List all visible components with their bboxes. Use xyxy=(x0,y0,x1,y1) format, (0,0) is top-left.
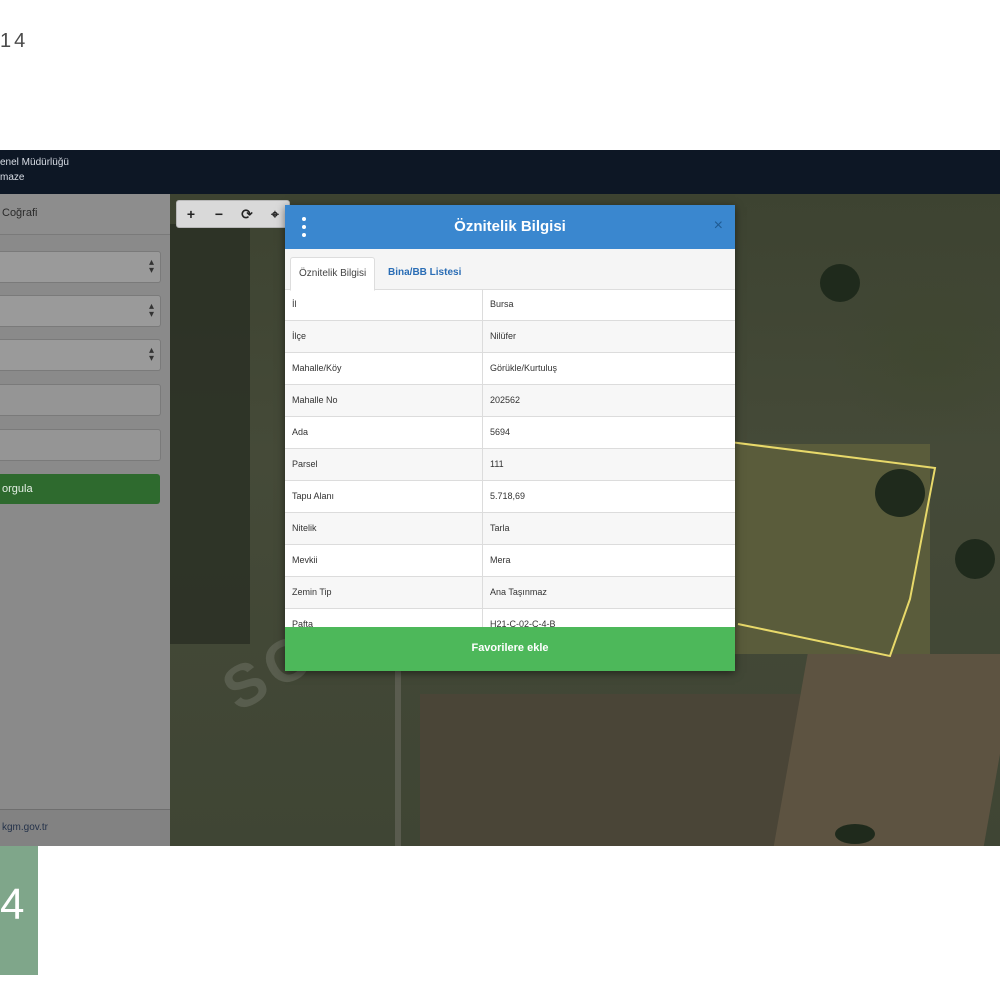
sidebar-header[interactable]: Coğrafi xyxy=(0,194,170,235)
table-row: İlçe Nilüfer xyxy=(285,321,735,353)
row-value: Mera xyxy=(490,555,511,565)
refresh-icon[interactable]: ⟳ xyxy=(233,201,261,227)
row-key: Mevkii xyxy=(292,555,318,565)
org-subtitle: maze xyxy=(0,172,25,183)
table-row: Nitelik Tarla xyxy=(285,513,735,545)
row-key: İlçe xyxy=(292,331,307,341)
select-arrow-icon: ▴ ▾ xyxy=(148,257,154,276)
add-to-favorites-label: Favorilere ekle xyxy=(471,642,549,654)
row-value: 202562 xyxy=(490,395,521,405)
corner-number: 14 xyxy=(0,30,29,52)
row-key: Ada xyxy=(292,427,309,437)
province-select[interactable]: ▴ ▾ xyxy=(0,251,161,283)
select-arrow-icon: ▴ ▾ xyxy=(148,345,154,364)
add-to-favorites-button[interactable]: Favorilere ekle xyxy=(285,627,735,671)
row-key: Zemin Tip xyxy=(292,587,332,597)
row-value: 5694 xyxy=(490,427,511,437)
row-value: Ana Taşınmaz xyxy=(490,587,547,597)
table-row: Mahalle/Köy Görükle/Kurtuluş xyxy=(285,353,735,385)
row-value: 111 xyxy=(490,459,504,469)
table-row: Mahalle No 202562 xyxy=(285,385,735,417)
zoom-in-icon[interactable]: + xyxy=(177,201,205,227)
tab-attribute-info[interactable]: Öznitelik Bilgisi xyxy=(290,257,376,291)
district-select[interactable]: ▴ ▾ xyxy=(0,295,161,327)
top-bar: enel Müdürlüğü maze xyxy=(0,150,1000,194)
map-toolbar: + − ⟳ ⌖ xyxy=(176,200,290,228)
row-key: Tapu Alanı xyxy=(292,491,335,501)
attribute-info-dialog: Öznitelik Bilgisi × Öznitelik Bilgisi Bi… xyxy=(285,205,735,671)
query-button[interactable]: orgula xyxy=(0,474,160,504)
row-value: Görükle/Kurtuluş xyxy=(490,363,558,373)
block-input[interactable] xyxy=(0,384,161,416)
sidebar-footer: kgm.gov.tr xyxy=(0,809,170,846)
row-value: Bursa xyxy=(490,299,514,309)
corner-badge: 4 xyxy=(0,845,38,975)
table-row: Ada 5694 xyxy=(285,417,735,449)
zoom-out-icon[interactable]: − xyxy=(205,201,233,227)
dialog-tabs: Öznitelik Bilgisi Bina/BB Listesi xyxy=(285,249,735,291)
corner-badge-char: 4 xyxy=(0,880,25,929)
table-row: İl Bursa xyxy=(285,289,735,321)
org-title: enel Müdürlüğü xyxy=(0,157,69,168)
close-icon[interactable]: × xyxy=(714,217,723,235)
row-value: Nilüfer xyxy=(490,331,517,341)
sidebar-header-label: Coğrafi xyxy=(2,207,38,219)
row-key: Mahalle No xyxy=(292,395,338,405)
table-row: Parsel 111 xyxy=(285,449,735,481)
row-value: Tarla xyxy=(490,523,510,533)
row-value: 5.718,69 xyxy=(490,491,526,501)
query-button-label: orgula xyxy=(2,483,33,495)
attribute-table: İl Bursa İlçe Nilüfer Mahalle/Köy Görükle/K… xyxy=(285,289,735,641)
tab-building-list[interactable]: Bina/BB Listesi xyxy=(380,257,469,289)
select-arrow-icon: ▴ ▾ xyxy=(148,301,154,320)
row-key: Nitelik xyxy=(292,523,317,533)
dialog-title: Öznitelik Bilgisi xyxy=(454,218,566,235)
row-key: Mahalle/Köy xyxy=(292,363,342,373)
table-row: Zemin Tip Ana Taşınmaz xyxy=(285,577,735,609)
dialog-header: Öznitelik Bilgisi × xyxy=(285,205,735,249)
table-row: Tapu Alanı 5.718,69 xyxy=(285,481,735,513)
row-key: Parsel xyxy=(292,459,318,469)
footer-link[interactable]: kgm.gov.tr xyxy=(2,822,48,833)
parcel-input[interactable] xyxy=(0,429,161,461)
table-row: Mevkii Mera xyxy=(285,545,735,577)
neighborhood-select[interactable]: ▴ ▾ xyxy=(0,339,161,371)
sidebar: Coğrafi ▴ ▾ ▴ ▾ ▴ ▾ orgula kgm.gov.tr xyxy=(0,194,170,846)
row-key: İl xyxy=(292,299,297,309)
